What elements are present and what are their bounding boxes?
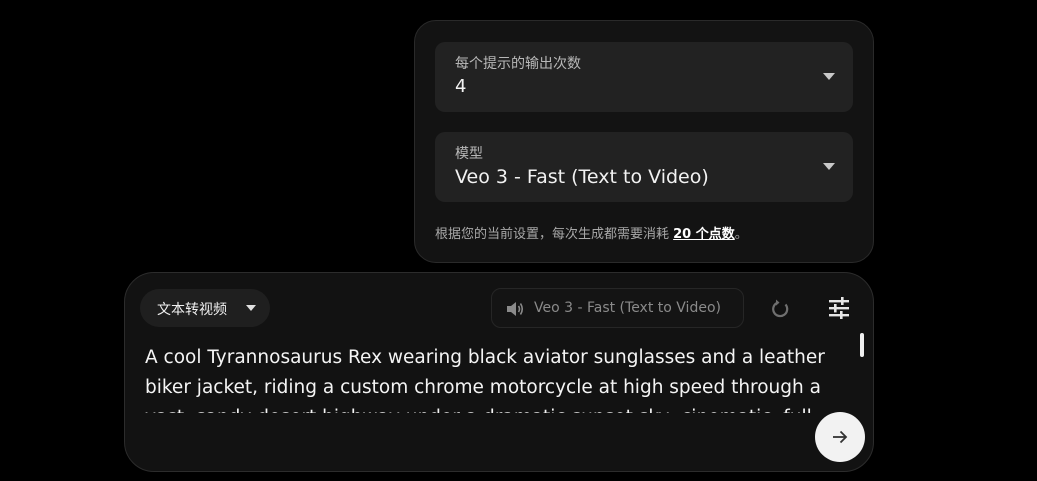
refresh-button[interactable] [768, 297, 792, 321]
caret-down-icon [823, 163, 835, 170]
prompt-input[interactable]: A cool Tyrannosaurus Rex wearing black a… [145, 343, 845, 413]
send-button[interactable] [815, 412, 865, 462]
caret-down-icon [246, 305, 256, 311]
model-value: Veo 3 - Fast (Text to Video) [455, 166, 709, 188]
outputs-per-prompt-select[interactable]: 每个提示的输出次数 4 [435, 42, 853, 112]
model-chip[interactable]: Veo 3 - Fast (Text to Video) [491, 288, 744, 328]
credits-link[interactable]: 20 个点数 [673, 227, 735, 242]
speaker-icon [507, 302, 524, 316]
refresh-icon [772, 299, 789, 318]
settings-panel: 每个提示的输出次数 4 模型 Veo 3 - Fast (Text to Vid… [414, 20, 874, 263]
mode-select[interactable]: 文本转视频 [140, 289, 270, 327]
model-select[interactable]: 模型 Veo 3 - Fast (Text to Video) [435, 132, 853, 202]
settings-tune-button[interactable] [828, 297, 850, 319]
cost-note: 根据您的当前设置，每次生成都需要消耗 20 个点数。 [435, 223, 748, 242]
caret-down-icon [823, 73, 835, 80]
tune-sliders-icon [829, 297, 849, 319]
model-label: 模型 [455, 146, 483, 162]
outputs-per-prompt-value: 4 [455, 76, 467, 97]
prompt-scrollbar[interactable] [860, 333, 864, 357]
prompt-composer: 文本转视频 Veo 3 - Fast (Text to Video) A coo… [124, 272, 874, 472]
model-chip-label: Veo 3 - Fast (Text to Video) [534, 300, 721, 316]
mode-label: 文本转视频 [157, 302, 227, 318]
cost-note-text: 根据您的当前设置，每次生成都需要消耗 [435, 227, 674, 242]
arrow-right-icon [833, 430, 848, 444]
outputs-per-prompt-label: 每个提示的输出次数 [455, 56, 581, 72]
cost-note-suffix: 。 [734, 227, 748, 242]
